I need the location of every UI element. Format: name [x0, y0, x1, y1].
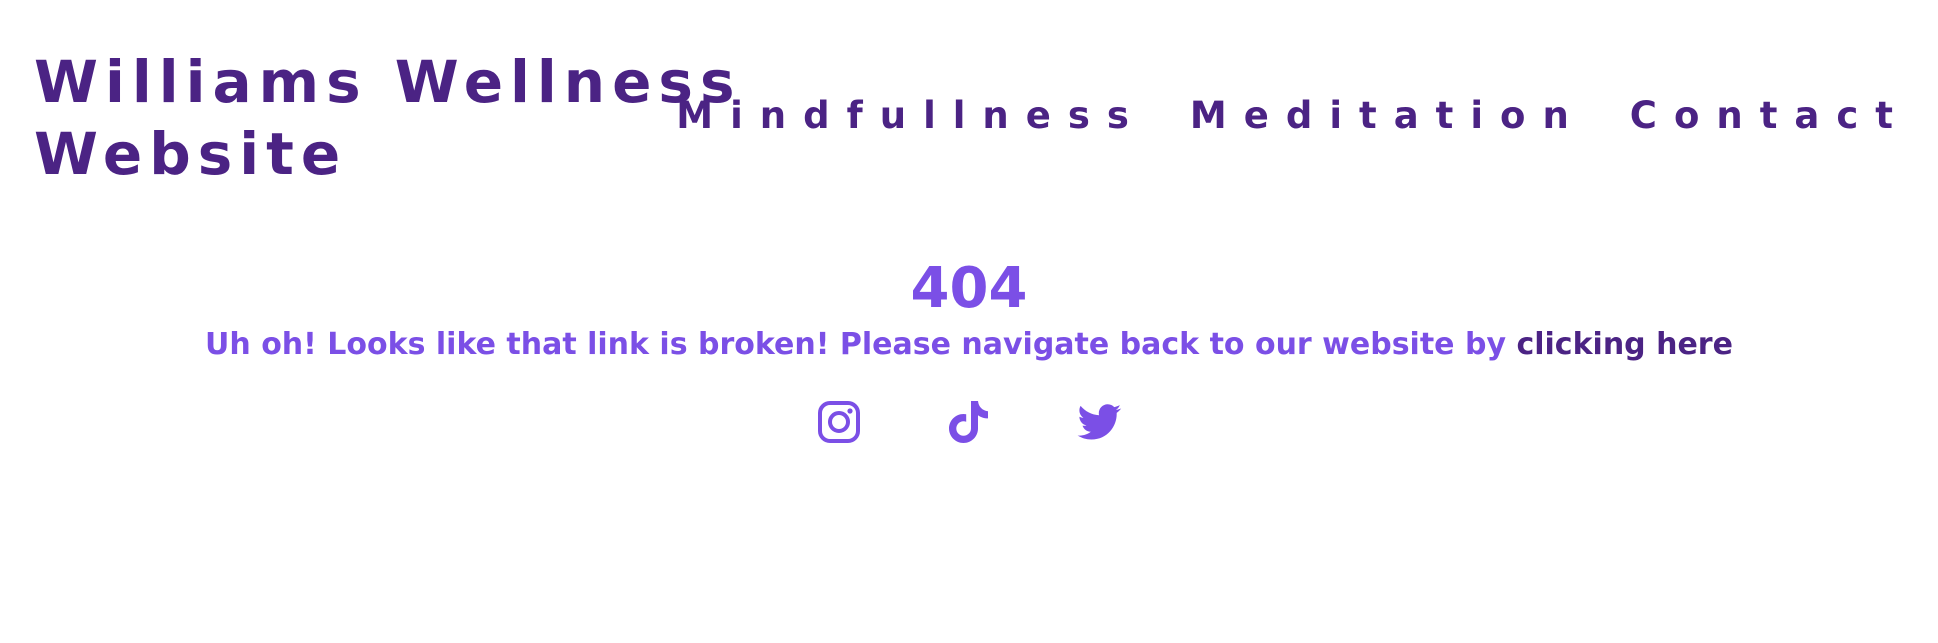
social-links: [0, 398, 1938, 446]
instagram-icon: [818, 401, 860, 443]
error-section: 404 Uh oh! Looks like that link is broke…: [0, 255, 1938, 365]
nav-item-contact[interactable]: Contact: [1630, 92, 1910, 140]
twitter-icon: [1077, 404, 1122, 440]
nav-item-meditation[interactable]: Meditation: [1190, 92, 1586, 140]
tiktok-icon: [949, 401, 988, 443]
clicking-here-link[interactable]: clicking here: [1516, 327, 1733, 362]
tiktok-link[interactable]: [945, 398, 993, 446]
instagram-link[interactable]: [815, 398, 863, 446]
nav-item-mindfullness[interactable]: Mindfullness: [676, 92, 1146, 140]
site-header: Williams Wellness Website Mindfullness M…: [0, 0, 1938, 200]
main-nav: Mindfullness Meditation Contact: [676, 92, 1910, 140]
error-code: 404: [910, 256, 1028, 321]
error-message-text: Uh oh! Looks like that link is broken! P…: [205, 327, 1517, 362]
error-message: Uh oh! Looks like that link is broken! P…: [0, 325, 1938, 365]
twitter-link[interactable]: [1075, 398, 1123, 446]
site-title[interactable]: Williams Wellness Website: [34, 46, 754, 190]
